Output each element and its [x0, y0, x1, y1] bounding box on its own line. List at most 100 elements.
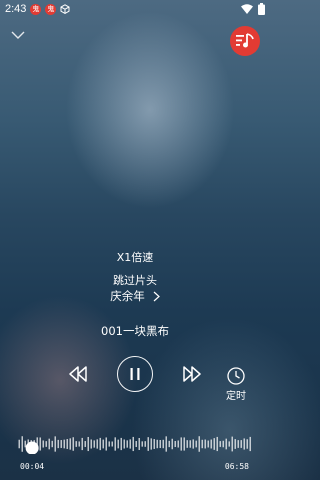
waveform-bar	[240, 440, 242, 448]
waveform-bar	[75, 441, 77, 447]
waveform-bar	[201, 439, 203, 449]
waveform-bar	[135, 441, 137, 447]
skip-intro-button[interactable]: 跳过片头	[0, 272, 270, 288]
waveform-bar	[225, 438, 227, 450]
pause-icon	[130, 368, 140, 380]
waveform-bar	[87, 436, 89, 452]
pause-button[interactable]	[117, 356, 153, 392]
waveform-bar	[81, 437, 83, 451]
waveform-bar	[165, 436, 167, 452]
waveform-bar	[108, 441, 110, 447]
waveform-bar	[72, 437, 74, 451]
fast-forward-button[interactable]	[182, 364, 202, 384]
rewind-icon	[69, 366, 87, 382]
waveform-bar	[123, 439, 125, 449]
waveform-bar	[246, 439, 248, 449]
current-time: 00:04	[20, 462, 45, 471]
track-title: 001一块黑布	[101, 324, 169, 338]
waveform-bar	[141, 441, 143, 447]
waveform-bar	[66, 439, 68, 449]
waveform-bar	[39, 437, 41, 451]
chevron-right-icon	[153, 291, 160, 301]
waveform-bar	[204, 439, 206, 449]
total-time: 06:58	[224, 462, 249, 471]
waveform-bar	[48, 438, 50, 450]
waveform-bar	[237, 440, 239, 448]
waveform-bar	[126, 440, 128, 448]
waveform-bar	[189, 440, 191, 448]
waveform-bar	[51, 440, 53, 448]
waveform-bar	[219, 441, 221, 447]
status-bar: 2:43 鬼 鬼	[0, 0, 270, 18]
waveform-bar	[159, 439, 161, 449]
timer-button[interactable]: 定时	[225, 366, 247, 402]
waveform-bar	[249, 436, 251, 452]
waveform-bar	[63, 439, 65, 449]
waveform-bar	[24, 440, 26, 448]
waveform-bar	[90, 439, 92, 449]
waveform-bar	[144, 441, 146, 447]
waveform-bar	[168, 440, 170, 448]
album-title: 庆余年	[110, 289, 145, 303]
waveform-bar	[207, 440, 209, 448]
timer-label: 定时	[226, 391, 246, 402]
waveform-bar	[60, 440, 62, 448]
status-time: 2:43	[5, 3, 27, 15]
notification-badge-2: 鬼	[45, 3, 57, 15]
progress-waveform[interactable]	[18, 430, 252, 454]
waveform-bar	[129, 439, 131, 449]
waveform-bar	[231, 436, 233, 452]
waveform-bar	[192, 439, 194, 449]
waveform-bar	[93, 440, 95, 448]
waveform-bar	[18, 439, 20, 449]
waveform-bar	[78, 441, 80, 447]
waveform-bar	[162, 439, 164, 449]
playback-speed-button[interactable]: X1倍速	[0, 249, 270, 265]
waveform-bar	[117, 439, 119, 449]
rewind-button[interactable]	[68, 364, 88, 384]
waveform-bar	[102, 439, 104, 449]
battery-icon	[258, 3, 265, 15]
waveform-bar	[54, 436, 56, 452]
waveform-bar	[69, 438, 71, 450]
clock-icon	[227, 367, 245, 385]
album-link[interactable]: 庆余年	[0, 288, 270, 304]
waveform-bar	[177, 440, 179, 448]
waveform-bar	[222, 440, 224, 448]
waveform-bar	[174, 441, 176, 447]
waveform-bar	[228, 441, 230, 447]
waveform-bar	[210, 439, 212, 449]
waveform-bar	[57, 439, 59, 449]
wifi-icon	[241, 4, 253, 14]
waveform-bar	[213, 438, 215, 450]
waveform-bar	[156, 439, 158, 449]
waveform-bar	[84, 441, 86, 447]
collapse-button[interactable]	[10, 26, 26, 39]
waveform-bar	[42, 440, 44, 448]
waveform-bar	[21, 436, 23, 452]
waveform-bar	[171, 438, 173, 450]
cube-icon	[60, 4, 70, 14]
playhead-knob[interactable]	[25, 441, 39, 455]
music-app-logo-icon	[236, 33, 254, 48]
fast-forward-icon	[183, 366, 201, 382]
waveform-bar	[183, 437, 185, 451]
waveform-bar	[138, 438, 140, 450]
waveform-bar	[132, 436, 134, 452]
app-logo-button[interactable]	[230, 26, 260, 56]
waveform-bar	[195, 440, 197, 448]
waveform-bar	[150, 438, 152, 450]
notification-badge-1: 鬼	[30, 3, 42, 15]
waveform-bar	[234, 439, 236, 449]
waveform-bar	[120, 437, 122, 451]
waveform-bar	[96, 439, 98, 449]
waveform-bar	[216, 436, 218, 452]
waveform-bar	[243, 438, 245, 450]
waveform-bar	[147, 437, 149, 451]
waveform-bar	[198, 436, 200, 452]
waveform-bar	[180, 437, 182, 451]
waveform-bar	[153, 439, 155, 449]
waveform-bar	[105, 437, 107, 451]
waveform-bar	[186, 440, 188, 448]
chevron-down-icon	[11, 31, 25, 39]
